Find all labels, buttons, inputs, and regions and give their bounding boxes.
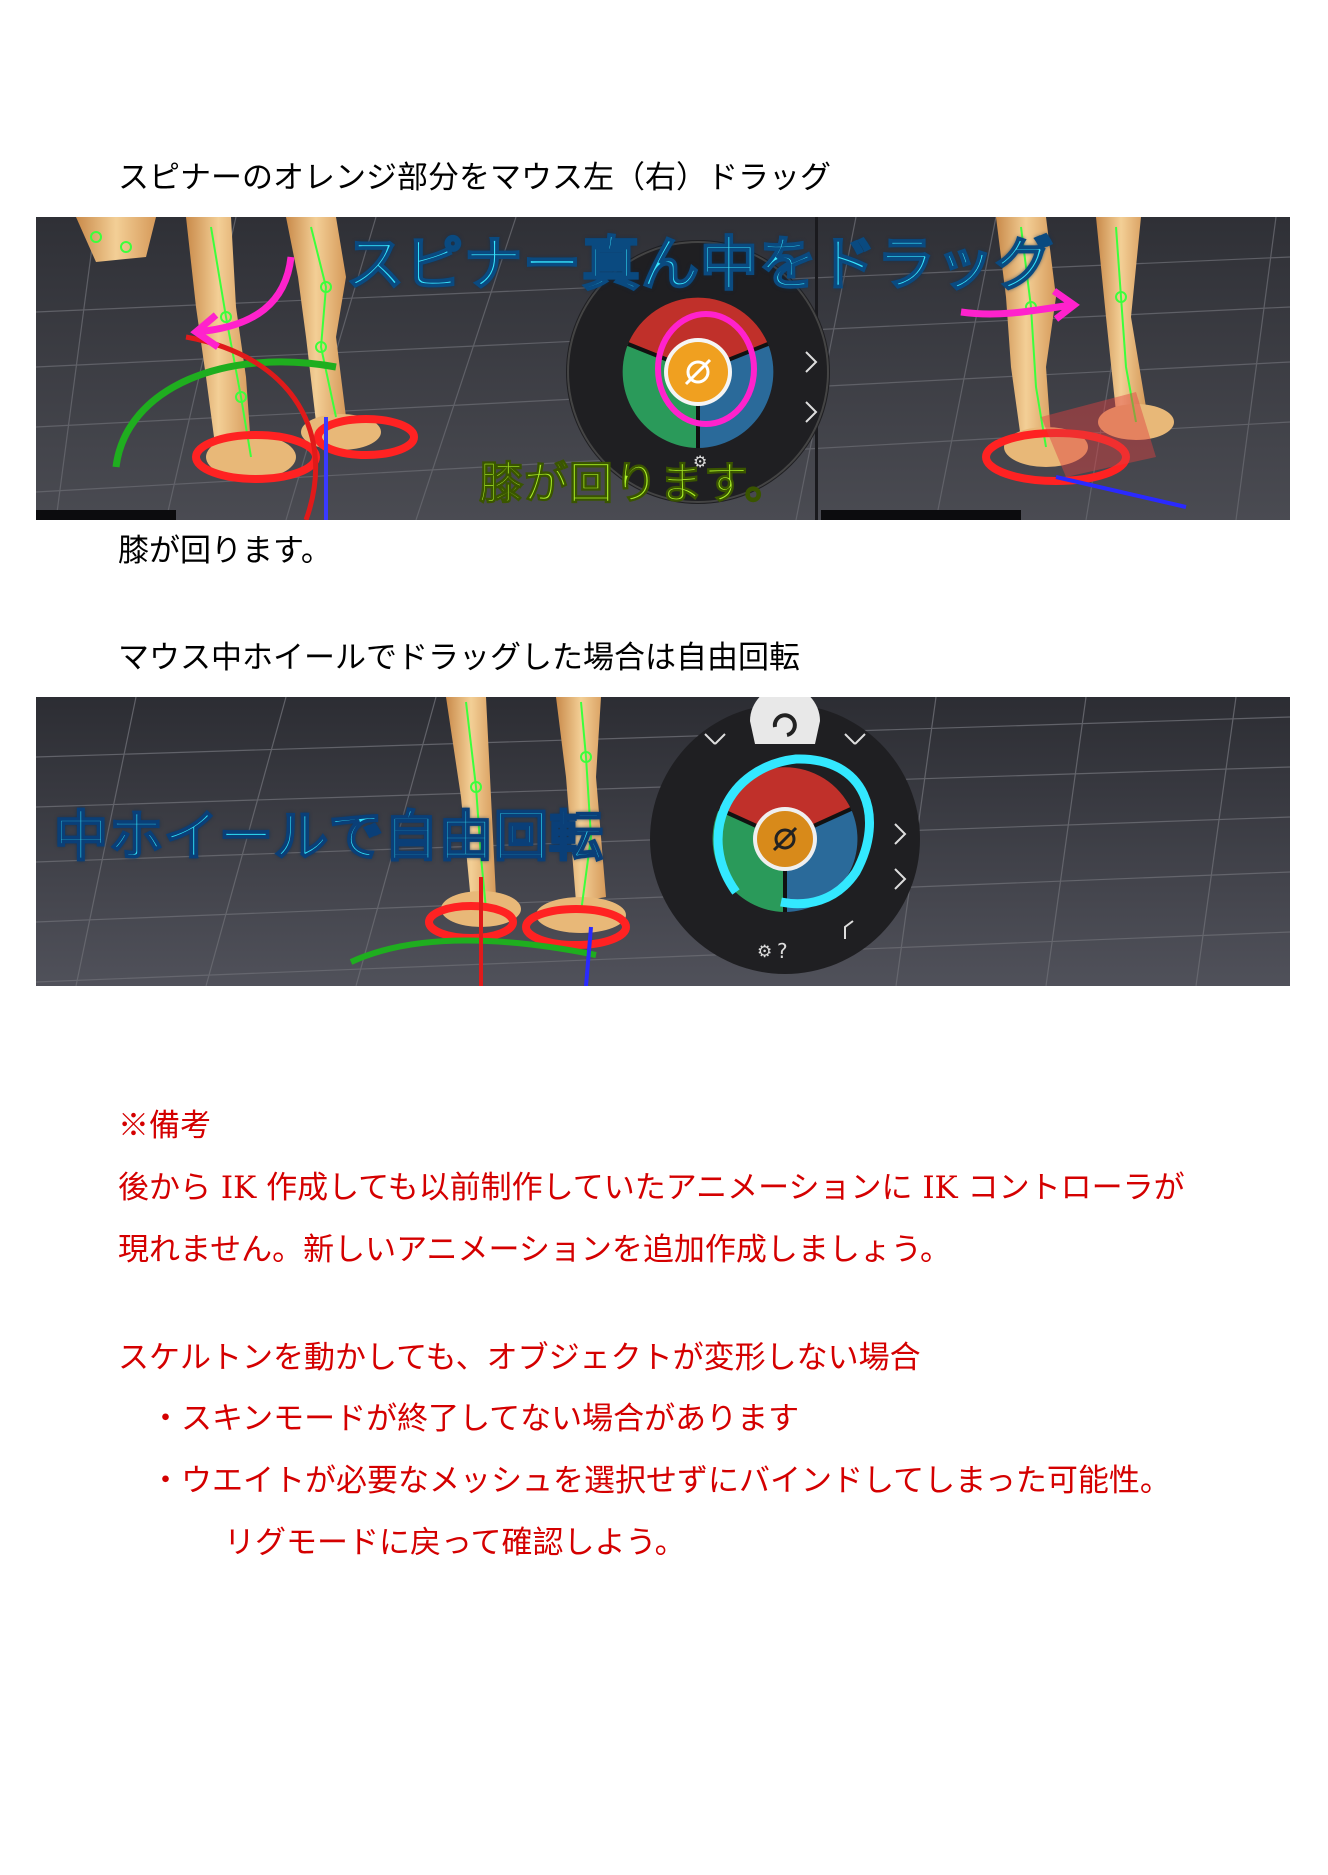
notes-line-3: スケルトンを動かしても、オブジェクトが変形しない場合: [118, 1340, 921, 1376]
heading-middle-wheel: マウス中ホイールでドラッグした場合は自由回転: [118, 640, 800, 676]
screenshot-knee-rotation: ⚙ スピナー真ん中をドラッグ 膝が回ります。: [36, 217, 1290, 520]
notes-line-6: リグモードに戻って確認しよう。: [224, 1525, 686, 1561]
caption-drag-center: スピナー真ん中をドラッグ: [345, 229, 1055, 299]
gear-icon[interactable]: ⚙: [757, 942, 772, 962]
caption-free-rotation: 中ホイールで自由回転: [53, 804, 604, 869]
notes-title: ※備考: [118, 1108, 211, 1144]
screenshot-free-rotation: ⚙ ? 中ホイールで自由回転: [36, 697, 1290, 986]
rotate-mode-tab[interactable]: [750, 697, 820, 744]
notes-bullet-1: ・スキンモードが終了してない場合があります: [150, 1401, 800, 1437]
caption-knee-rotates: 膝が回ります。: [479, 458, 790, 510]
notes-line-2: 現れません。新しいアニメーションを追加作成しましょう。: [118, 1232, 951, 1268]
notes-bullet-2: ・ウエイトが必要なメッシュを選択せずにバインドしてしまった可能性。: [150, 1463, 1171, 1499]
heading-spinner-drag: スピナーのオレンジ部分をマウス左（右）ドラッグ: [118, 160, 831, 196]
text-knee-rotates: 膝が回ります。: [118, 533, 332, 569]
notes-line-1: 後から IK 作成しても以前制作していたアニメーションに IK コントローラが: [118, 1170, 1185, 1206]
help-icon[interactable]: ?: [777, 939, 788, 963]
